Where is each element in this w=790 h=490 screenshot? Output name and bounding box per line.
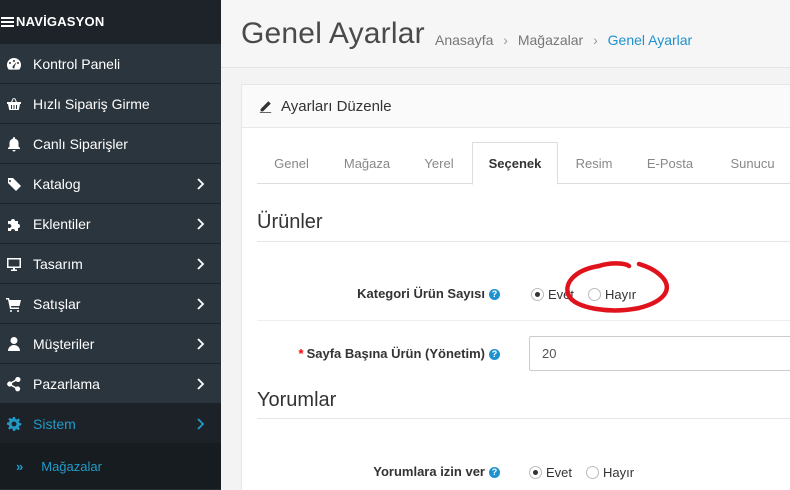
reviews-legend: Yorumlar [257, 389, 337, 411]
allow-reviews-label: Yorumlara izin ver? [257, 464, 500, 479]
sidebar-item-label: Satışlar [33, 295, 81, 312]
sidebar: NAVİGASYON Kontrol Paneli Hızlı Sipariş … [0, 0, 221, 490]
tab-local[interactable]: Yerel [414, 142, 464, 184]
sidebar-item-extensions[interactable]: Eklentiler [0, 203, 221, 243]
double-chevron-icon: » [16, 458, 24, 474]
category-count-radio-group: Evet Hayır [531, 287, 650, 302]
category-count-yes-label: Evet [548, 287, 575, 302]
sidebar-item-live-orders[interactable]: Canlı Siparişler [0, 123, 221, 163]
settings-tabs: Genel Mağaza Yerel Seçenek Resim E-Posta… [257, 142, 790, 185]
page-header: Genel Ayarlar Anasayfa › Mağazalar › Gen… [221, 0, 790, 68]
tab-image[interactable]: Resim [564, 142, 624, 184]
basket-icon [6, 96, 22, 112]
sidebar-subitem-stores[interactable]: » Mağazalar [0, 443, 221, 489]
sidebar-item-label: Pazarlama [33, 375, 100, 392]
tab-option[interactable]: Seçenek [472, 142, 558, 185]
breadcrumb-home-link[interactable]: Anasayfa [435, 32, 493, 48]
chevron-right-icon [197, 417, 205, 430]
row-divider [257, 320, 790, 321]
dashboard-icon [6, 56, 22, 72]
sidebar-item-label: Tasarım [33, 255, 83, 272]
sidebar-item-sales[interactable]: Satışlar [0, 283, 221, 323]
sidebar-subitem-label: Mağazalar [41, 458, 102, 474]
per-page-input[interactable]: 20 [529, 336, 790, 371]
gear-icon [6, 416, 22, 432]
panel-heading-title: Ayarları Düzenle [281, 97, 392, 115]
navigation-header-label: NAVİGASYON [16, 14, 105, 29]
tab-general[interactable]: Genel [257, 142, 326, 184]
category-count-no-radio[interactable] [588, 288, 602, 301]
chevron-right-icon [197, 177, 205, 190]
tag-icon [6, 176, 22, 192]
chevron-right-icon [197, 217, 205, 230]
pencil-icon [259, 100, 272, 113]
tab-server[interactable]: Sunucu [715, 142, 790, 184]
settings-panel: Ayarları Düzenle Genel Mağaza Yerel Seçe… [241, 84, 790, 490]
hamburger-icon[interactable] [1, 15, 14, 29]
tab-store[interactable]: Mağaza [329, 142, 405, 184]
cart-icon [6, 296, 22, 312]
breadcrumb-separator: › [593, 32, 598, 48]
legend-divider [257, 418, 790, 419]
sidebar-item-label: Katalog [33, 175, 81, 192]
sidebar-item-customers[interactable]: Müşteriler [0, 323, 221, 363]
sidebar-item-system[interactable]: Sistem [0, 403, 221, 443]
per-page-label: * Sayfa Başına Ürün (Yönetim)? [257, 346, 500, 361]
sidebar-item-label: Canlı Siparişler [33, 135, 128, 152]
breadcrumb-separator: › [503, 32, 508, 48]
panel-heading: Ayarları Düzenle [242, 85, 790, 128]
sidebar-item-label: Hızlı Sipariş Girme [33, 95, 150, 112]
sidebar-item-label: Eklentiler [33, 215, 91, 232]
allow-reviews-label-text: Yorumlara izin ver [373, 464, 485, 479]
puzzle-icon [6, 216, 22, 232]
per-page-label-text: Sayfa Başına Ürün (Yönetim) [306, 346, 485, 361]
category-count-label: Kategori Ürün Sayısı? [257, 286, 500, 301]
chevron-right-icon [197, 377, 205, 390]
sidebar-item-marketing[interactable]: Pazarlama [0, 363, 221, 403]
allow-reviews-radio-group: Evet Hayır [529, 465, 648, 480]
allow-reviews-no-radio[interactable] [586, 466, 600, 479]
page-title: Genel Ayarlar [241, 17, 425, 50]
help-icon[interactable]: ? [489, 349, 500, 360]
help-icon[interactable]: ? [489, 467, 500, 478]
sidebar-item-quick-order[interactable]: Hızlı Sipariş Girme [0, 83, 221, 123]
allow-reviews-no-label: Hayır [603, 465, 635, 480]
tab-email[interactable]: E-Posta [635, 142, 705, 184]
sidebar-item-design[interactable]: Tasarım [0, 243, 221, 283]
allow-reviews-yes-radio[interactable] [529, 466, 542, 479]
sidebar-item-dashboard[interactable]: Kontrol Paneli [0, 43, 221, 83]
chevron-right-icon [197, 337, 205, 350]
breadcrumb-current-link[interactable]: Genel Ayarlar [608, 32, 693, 48]
sidebar-item-label: Müşteriler [33, 335, 95, 352]
user-icon [6, 336, 22, 352]
share-icon [6, 376, 22, 392]
category-count-yes-radio[interactable] [531, 288, 544, 301]
products-legend: Ürünler [257, 211, 323, 233]
bell-icon [6, 136, 22, 152]
breadcrumb: Anasayfa › Mağazalar › Genel Ayarlar [435, 32, 692, 48]
required-mark: * [298, 346, 304, 361]
legend-divider [257, 241, 790, 242]
monitor-icon [6, 256, 22, 272]
sidebar-item-catalog[interactable]: Katalog [0, 163, 221, 203]
breadcrumb-stores-link[interactable]: Mağazalar [518, 32, 583, 48]
sidebar-item-label: Sistem [33, 415, 76, 432]
allow-reviews-yes-label: Evet [546, 465, 573, 480]
category-count-no-label: Hayır [605, 287, 637, 302]
help-icon[interactable]: ? [489, 289, 500, 300]
navigation-header[interactable]: NAVİGASYON [0, 0, 221, 43]
chevron-right-icon [197, 257, 205, 270]
sidebar-item-label: Kontrol Paneli [33, 55, 121, 72]
category-count-label-text: Kategori Ürün Sayısı [357, 286, 485, 301]
chevron-right-icon [197, 297, 205, 310]
